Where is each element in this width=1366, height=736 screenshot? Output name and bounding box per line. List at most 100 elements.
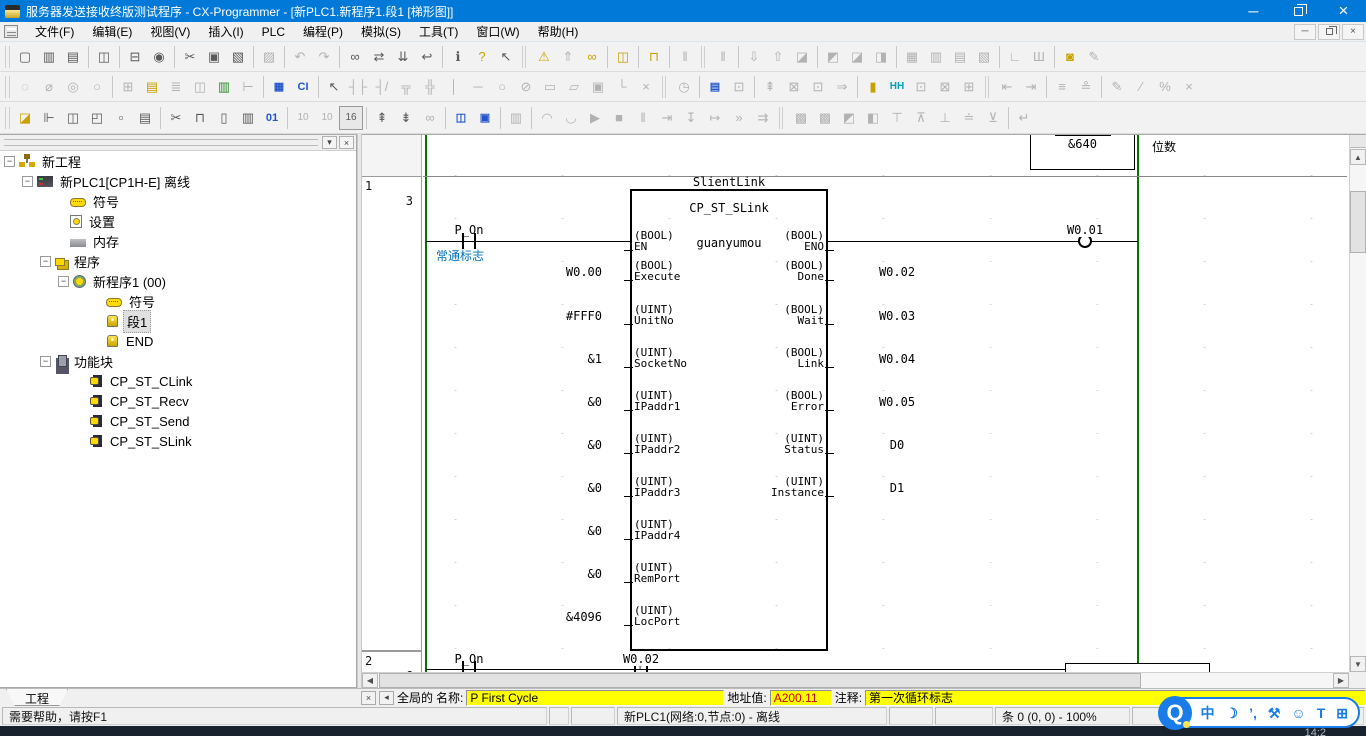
closed-instruction-button[interactable]: ▱ bbox=[562, 75, 586, 99]
prev-rung-value[interactable]: &640 bbox=[1031, 135, 1134, 151]
online-edit-button[interactable]: ◩ bbox=[821, 45, 845, 69]
ime-skin-icon[interactable]: T bbox=[1317, 706, 1326, 720]
app-icon[interactable] bbox=[5, 5, 20, 18]
note-delete-button[interactable]: ⊠ bbox=[782, 75, 806, 99]
menu-help[interactable]: 帮助(H) bbox=[529, 23, 588, 41]
toolbar-grip[interactable] bbox=[5, 76, 10, 98]
tree-item-function-blocks[interactable]: − 功能块 bbox=[0, 351, 356, 371]
cut-rung-button[interactable]: ✂ bbox=[164, 106, 188, 130]
undo-button[interactable]: ↶ bbox=[288, 45, 312, 69]
hh-monitor-button[interactable]: HH bbox=[885, 75, 909, 99]
input-operand[interactable]: &0 bbox=[482, 524, 602, 538]
zoom-100-button[interactable]: ○ bbox=[85, 75, 109, 99]
print-preview-button[interactable]: ◉ bbox=[147, 45, 171, 69]
io-break-set-button[interactable]: ⊤ bbox=[885, 106, 909, 130]
find-bit-button[interactable]: ∞ bbox=[418, 106, 442, 130]
note-move-button[interactable]: ⇒ bbox=[830, 75, 854, 99]
tree-item-task[interactable]: − 新程序1 (00) bbox=[0, 271, 356, 291]
note-ok-button[interactable]: ⊡ bbox=[806, 75, 830, 99]
outdent-button[interactable]: ⇤ bbox=[995, 75, 1019, 99]
fb-output-pin[interactable]: (BOOL) Done bbox=[662, 260, 824, 282]
zoom-out-button[interactable]: ⌀ bbox=[37, 75, 61, 99]
toolbar-grip[interactable] bbox=[5, 107, 10, 129]
horizontal-scrollbar[interactable]: ◀ ▶ bbox=[362, 672, 1349, 688]
input-operand[interactable]: W0.00 bbox=[482, 265, 602, 279]
workspace-close-button[interactable]: × bbox=[339, 136, 354, 149]
open-contact-button[interactable]: ┤├ bbox=[346, 75, 370, 99]
menu-program[interactable]: 编程(P) bbox=[294, 23, 352, 41]
mdi-document-icon[interactable] bbox=[4, 25, 18, 38]
ime-grid-icon[interactable]: ⊞ bbox=[1336, 706, 1348, 720]
window-error-button[interactable]: ◫ bbox=[611, 45, 635, 69]
work-online-button[interactable]: ◫ bbox=[449, 106, 473, 130]
align-list-button[interactable]: ≡ bbox=[1050, 75, 1074, 99]
properties-button[interactable]: ▤ bbox=[133, 106, 157, 130]
step-run-button[interactable]: ⇥ bbox=[655, 106, 679, 130]
local-symbol-table-button[interactable]: ▤ bbox=[140, 75, 164, 99]
tree-item-memory[interactable]: 内存 bbox=[0, 231, 356, 251]
tree-item-program[interactable]: − 程序 bbox=[0, 251, 356, 271]
fb-output-pin[interactable]: (BOOL) ENO bbox=[662, 230, 824, 252]
go-back-button[interactable]: ↩ bbox=[415, 45, 439, 69]
hex-button[interactable]: 16 bbox=[339, 106, 363, 130]
replace-button[interactable]: ⇄ bbox=[367, 45, 391, 69]
fb-output-pin[interactable]: (UINT) Status bbox=[662, 433, 824, 455]
memory-window-button[interactable]: ▧ bbox=[972, 45, 996, 69]
set-value-button[interactable]: ✎ bbox=[1105, 75, 1129, 99]
scroll-left-button[interactable]: ◀ bbox=[362, 673, 378, 688]
taskbar-strip[interactable]: 14:2 bbox=[0, 726, 1366, 736]
signed-decimal-button[interactable]: 10 bbox=[315, 106, 339, 130]
data-display-button[interactable]: ▥ bbox=[504, 106, 528, 130]
toolbar-grip[interactable] bbox=[5, 46, 10, 68]
symbol-address-field[interactable]: A200.11 bbox=[770, 690, 832, 706]
program-list-button[interactable]: ▥ bbox=[236, 106, 260, 130]
verify-button[interactable]: ◪ bbox=[790, 45, 814, 69]
workspace-grip[interactable] bbox=[4, 139, 318, 146]
online-simulator-button[interactable]: ▣ bbox=[473, 106, 497, 130]
tree-item-task-symbols[interactable]: 符号 bbox=[0, 291, 356, 311]
select-tool-button[interactable]: ↖ bbox=[322, 75, 346, 99]
rung1-coil-label[interactable]: W0.01 bbox=[1052, 223, 1118, 237]
restore-button[interactable] bbox=[1276, 0, 1321, 22]
redo-button[interactable]: ↷ bbox=[312, 45, 336, 69]
search-error-button[interactable]: ∞ bbox=[580, 45, 604, 69]
fb-output-pin[interactable]: (UINT) Instance bbox=[662, 476, 824, 498]
send-changes-button[interactable]: ◪ bbox=[845, 45, 869, 69]
fb-output-pin[interactable]: (BOOL) Link bbox=[662, 347, 824, 369]
run-button[interactable]: ▶ bbox=[583, 106, 607, 130]
calendar-button[interactable]: ⊡ bbox=[727, 75, 751, 99]
paste-special-button[interactable]: ▨ bbox=[257, 45, 281, 69]
input-operand[interactable]: &0 bbox=[482, 395, 602, 409]
vertical-scroll-thumb[interactable] bbox=[1350, 191, 1366, 253]
ime-wrench-icon[interactable]: ⚒ bbox=[1268, 706, 1281, 720]
differential-monitor-button[interactable]: Ш bbox=[1027, 45, 1051, 69]
window-x-button[interactable]: ⊠ bbox=[933, 75, 957, 99]
find-button[interactable]: ∞ bbox=[343, 45, 367, 69]
pause-sim-button[interactable]: ◠ bbox=[535, 106, 559, 130]
rung2-contact1-label[interactable]: P_On bbox=[437, 652, 501, 666]
tree-item-section1[interactable]: 段1 bbox=[0, 311, 356, 331]
minimize-button[interactable]: ─ bbox=[1231, 0, 1276, 22]
tree-item-fb-slink[interactable]: CP_ST_SLink bbox=[0, 431, 356, 451]
input-operand[interactable]: #FFF0 bbox=[482, 309, 602, 323]
io-break-eq-button[interactable]: ≐ bbox=[957, 106, 981, 130]
build-all-button[interactable]: ◫ bbox=[61, 106, 85, 130]
delete-tool-button[interactable]: × bbox=[634, 75, 658, 99]
pen-button[interactable]: ✎ bbox=[1082, 45, 1106, 69]
or-open-contact-button[interactable]: ╦ bbox=[394, 75, 418, 99]
tree-expander[interactable]: − bbox=[40, 356, 51, 367]
temp-breakpoint-button[interactable]: ◧ bbox=[861, 106, 885, 130]
rung2-partial-instruction-box[interactable] bbox=[1065, 663, 1210, 672]
mdi-restore-button[interactable] bbox=[1318, 24, 1340, 40]
tree-expander[interactable]: − bbox=[58, 276, 69, 287]
zoom-in-button[interactable]: ◎ bbox=[61, 75, 85, 99]
rung-comment-button[interactable]: ▯ bbox=[212, 106, 236, 130]
ladder-content[interactable]: 1 3 2 6 &640 位数 bbox=[362, 135, 1349, 672]
protect-lock-button[interactable]: ◙ bbox=[1058, 45, 1082, 69]
tree-expander[interactable]: − bbox=[22, 176, 33, 187]
io-table-window-button[interactable]: ▦ bbox=[900, 45, 924, 69]
monitor-in-ladder-button[interactable]: ▦ bbox=[267, 75, 291, 99]
rung2-contact2-label[interactable]: W0.02 bbox=[609, 652, 673, 666]
online-error-button[interactable]: ⇑ bbox=[556, 45, 580, 69]
rung-up-button[interactable]: ⇞ bbox=[370, 106, 394, 130]
